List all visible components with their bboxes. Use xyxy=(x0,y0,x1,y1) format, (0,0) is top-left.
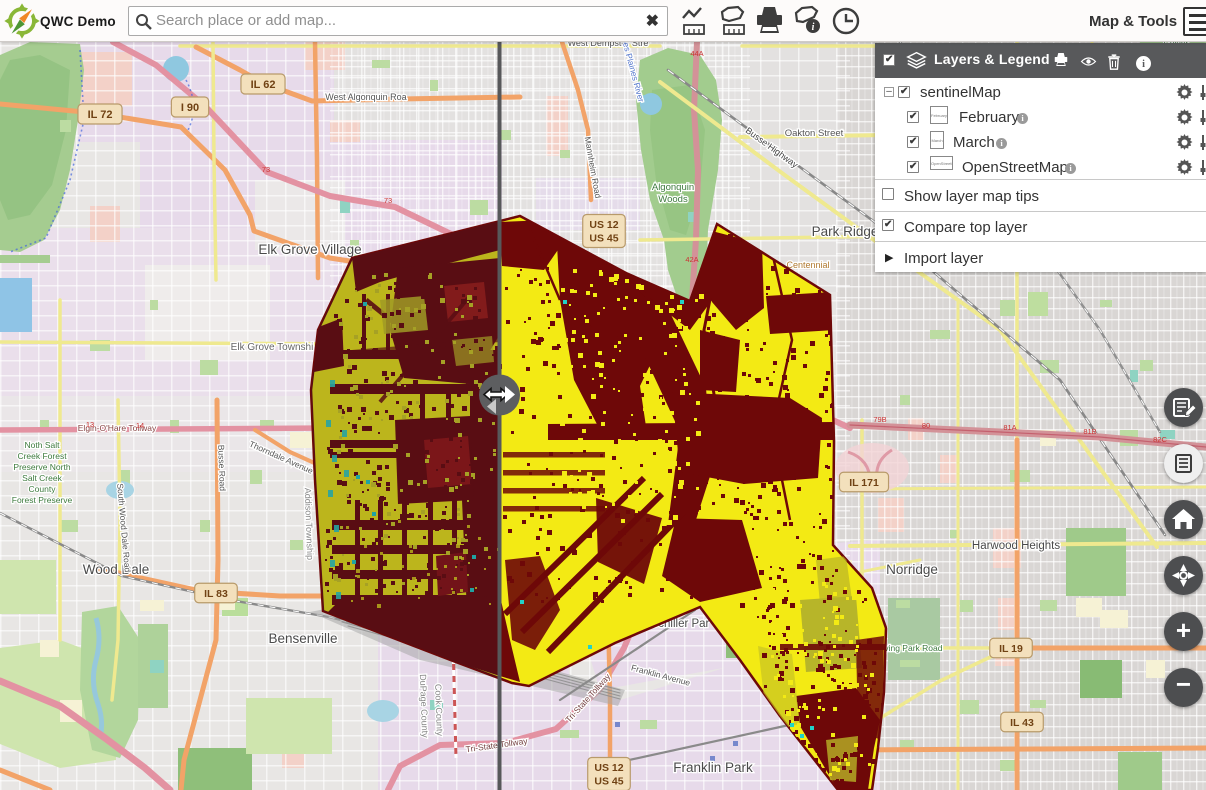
svg-text:Bensenville: Bensenville xyxy=(268,631,337,646)
svg-text:Harwood Heights: Harwood Heights xyxy=(972,540,1060,552)
svg-text:Franklin Park: Franklin Park xyxy=(673,760,753,775)
svg-text:14: 14 xyxy=(136,421,144,430)
svg-text:County: County xyxy=(29,484,57,494)
svg-text:Salt Creek: Salt Creek xyxy=(22,473,62,483)
svg-text:IL 171: IL 171 xyxy=(849,477,879,489)
svg-text:44A: 44A xyxy=(690,49,703,58)
svg-text:42A: 42A xyxy=(685,255,698,264)
svg-text:Preserve North: Preserve North xyxy=(13,462,70,472)
svg-text:73: 73 xyxy=(262,165,270,174)
svg-text:81A: 81A xyxy=(1003,423,1016,432)
svg-text:Oakton Street: Oakton Street xyxy=(785,128,844,139)
svg-text:IL 83: IL 83 xyxy=(204,588,228,600)
svg-text:Elk Grove Village: Elk Grove Village xyxy=(258,242,361,257)
svg-text:Norridge: Norridge xyxy=(886,562,938,577)
svg-text:Wood Dale: Wood Dale xyxy=(83,562,150,577)
svg-text:80: 80 xyxy=(922,421,930,430)
svg-text:Algonquin: Algonquin xyxy=(652,182,694,193)
svg-text:79B: 79B xyxy=(873,415,886,424)
svg-text:Creek Forest: Creek Forest xyxy=(17,451,67,461)
svg-text:US 12: US 12 xyxy=(589,219,618,231)
svg-text:rving Park Road: rving Park Road xyxy=(882,643,943,653)
svg-text:US 45: US 45 xyxy=(589,233,618,245)
svg-text:I 90: I 90 xyxy=(181,102,199,114)
svg-text:IL 19: IL 19 xyxy=(999,643,1023,655)
svg-text:81B: 81B xyxy=(1083,427,1096,436)
svg-text:Woods: Woods xyxy=(658,194,688,205)
svg-text:i: i xyxy=(812,22,815,33)
svg-text:IL 43: IL 43 xyxy=(1010,717,1034,729)
svg-text:Elk Grove Townshi: Elk Grove Townshi xyxy=(231,342,314,353)
svg-text:i: i xyxy=(1142,59,1145,70)
svg-text:IL 62: IL 62 xyxy=(251,79,276,91)
svg-text:IL 72: IL 72 xyxy=(88,109,113,121)
svg-text:Forest Preserve: Forest Preserve xyxy=(12,495,73,505)
svg-text:82C: 82C xyxy=(1153,435,1167,444)
svg-text:13: 13 xyxy=(86,420,94,429)
svg-text:Cook County: Cook County xyxy=(433,684,445,737)
svg-text:West Algonquin Roa: West Algonquin Roa xyxy=(325,92,406,102)
svg-text:Busse Road: Busse Road xyxy=(216,445,228,492)
svg-text:US 12: US 12 xyxy=(594,762,623,774)
svg-text:Noth Salt: Noth Salt xyxy=(25,440,61,450)
svg-text:Park Ridge: Park Ridge xyxy=(812,224,879,239)
svg-text:Centennial: Centennial xyxy=(786,260,829,270)
svg-text:US 45: US 45 xyxy=(594,776,623,788)
svg-text:73: 73 xyxy=(384,196,392,205)
